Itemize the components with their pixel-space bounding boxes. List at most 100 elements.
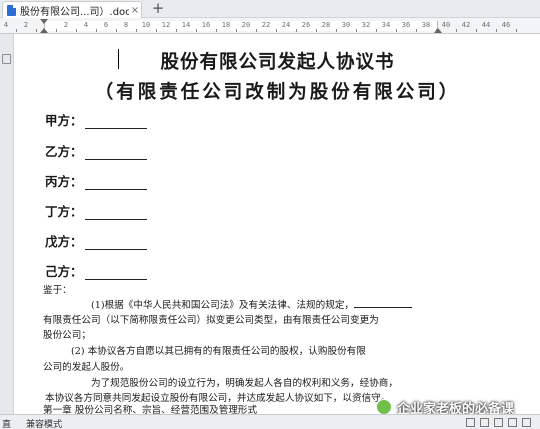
- wechat-logo-icon: [376, 399, 392, 415]
- ruler-tick: [56, 29, 57, 32]
- page-indicator[interactable]: 直: [2, 417, 11, 429]
- ruler-number: 28: [321, 21, 331, 29]
- ruler-tick: [116, 29, 117, 32]
- ruler-tick: [516, 29, 517, 32]
- page-view-icon[interactable]: [466, 418, 475, 427]
- ruler-tick: [76, 29, 77, 32]
- ruler-tick: [316, 29, 317, 32]
- ruler-number: 22: [261, 21, 271, 29]
- left-indent-marker[interactable]: [40, 28, 48, 33]
- ruler-tick: [16, 29, 17, 32]
- ruler-number: 24: [281, 21, 291, 29]
- paragraph-2-line-2: 公司的发起人股份。: [43, 362, 130, 373]
- ruler-tick: [376, 29, 377, 32]
- left-gutter: [0, 34, 14, 414]
- ruler-number: 40: [441, 21, 451, 29]
- party-wu: 戊方：: [45, 231, 147, 250]
- ruler-number: 42: [461, 21, 471, 29]
- ruler-number: 4: [3, 21, 9, 29]
- close-tab-icon[interactable]: ×: [129, 5, 141, 16]
- party-blank[interactable]: [84, 238, 147, 250]
- party-blank[interactable]: [84, 148, 147, 160]
- ruler-tick: [396, 29, 397, 32]
- party-label: 丙方：: [45, 174, 83, 189]
- ruler-number: 18: [221, 21, 231, 29]
- whereas-label: 鉴于：: [43, 285, 72, 296]
- ruler-number: 46: [501, 21, 511, 29]
- focus-view-icon[interactable]: [522, 418, 531, 427]
- party-jia: 甲方：: [45, 110, 147, 129]
- ruler-number: 36: [401, 21, 411, 29]
- status-bar: 直 兼容模式: [0, 414, 540, 429]
- ruler-number: 30: [341, 21, 351, 29]
- ruler-number: 10: [141, 21, 151, 29]
- paragraph-1-line-1: (1)根据《中华人民共和国公司法》及有关法律、法规的规定，: [43, 298, 453, 314]
- paragraph-text: (1)根据《中华人民共和国公司法》及有关法律、法规的规定，: [91, 300, 355, 311]
- ruler-tick: [216, 29, 217, 32]
- document-title: 股份有限公司发起人协议书: [160, 52, 395, 73]
- outline-view-icon[interactable]: [494, 418, 503, 427]
- ruler-number: 26: [301, 21, 311, 29]
- ruler-tick: [276, 29, 277, 32]
- ruler-number: 8: [123, 21, 129, 29]
- first-line-indent-marker[interactable]: [40, 19, 48, 24]
- word-document-icon: [7, 4, 16, 16]
- ruler-tick: [336, 29, 337, 32]
- page-thumbnail-icon[interactable]: [2, 54, 11, 64]
- paragraph-1-line-3: 股份公司；: [43, 330, 91, 341]
- ruler-number: 6: [103, 21, 109, 29]
- party-ding: 丁方：: [45, 201, 147, 220]
- ruler-number: 2: [63, 21, 69, 29]
- ruler-tick: [36, 29, 37, 32]
- ruler-tick: [496, 29, 497, 32]
- party-blank[interactable]: [84, 268, 147, 280]
- ruler-number: 34: [381, 21, 391, 29]
- read-view-icon[interactable]: [508, 418, 517, 427]
- document-subtitle: （有限责任公司改制为股份有限公司）: [94, 82, 461, 103]
- party-label: 丁方：: [45, 204, 83, 219]
- ruler-tick: [136, 29, 137, 32]
- party-ji: 己方：: [45, 261, 147, 280]
- document-tab[interactable]: 股份有限公司...司）.doc ×: [2, 1, 142, 18]
- party-bing: 丙方：: [45, 171, 147, 190]
- ruler-tick: [236, 29, 237, 32]
- ruler-number: 14: [181, 21, 191, 29]
- ruler-tick: [476, 29, 477, 32]
- new-tab-button[interactable]: +: [150, 1, 166, 17]
- tab-bar: 股份有限公司...司）.doc × +: [0, 0, 540, 18]
- party-label: 甲方：: [45, 113, 83, 128]
- ruler-number: 2: [23, 21, 29, 29]
- ruler-number: 20: [241, 21, 251, 29]
- ruler-tick: [256, 29, 257, 32]
- tab-title: 股份有限公司...司）.doc: [20, 6, 129, 18]
- web-view-icon[interactable]: [480, 418, 489, 427]
- ruler-number: 38: [421, 21, 431, 29]
- ruler-tick: [356, 29, 357, 32]
- paragraph-2-line-1: (2) 本协议各方自愿以其已拥有的有限责任公司的股权，认购股份有限: [71, 346, 366, 357]
- ruler-number: 44: [481, 21, 491, 29]
- paragraph-1-line-2: 有限责任公司（以下简称限责任公司）拟变更公司类型，由有限责任公司变更为: [43, 315, 379, 326]
- party-blank[interactable]: [84, 178, 147, 190]
- ruler-tick: [156, 29, 157, 32]
- ruler-tick: [296, 29, 297, 32]
- party-yi: 乙方：: [45, 141, 147, 160]
- ruler-tick: [456, 29, 457, 32]
- ruler-number: 4: [83, 21, 89, 29]
- ruler-tick: [416, 29, 417, 32]
- compatibility-mode: 兼容模式: [26, 420, 63, 429]
- party-label: 戊方：: [45, 234, 83, 249]
- ruler-number: 16: [201, 21, 211, 29]
- ruler-tick: [96, 29, 97, 32]
- ruler-number: 12: [161, 21, 171, 29]
- party-label: 己方：: [45, 264, 83, 279]
- ruler-tick: [176, 29, 177, 32]
- party-label: 乙方：: [45, 144, 83, 159]
- ruler-number: 32: [361, 21, 371, 29]
- right-indent-marker[interactable]: [434, 28, 442, 33]
- document-page[interactable]: 股份有限公司发起人协议书 （有限责任公司改制为股份有限公司） 甲方： 乙方： 丙…: [15, 34, 540, 416]
- ruler-tick: [196, 29, 197, 32]
- party-blank[interactable]: [84, 117, 147, 129]
- company-name-blank[interactable]: [354, 299, 413, 308]
- party-blank[interactable]: [84, 208, 147, 220]
- horizontal-ruler[interactable]: 4 2 2 4 6 8 10 12 14 16 18 20 22 24 26 28 30 32 34 36 38 40 42…: [0, 18, 540, 34]
